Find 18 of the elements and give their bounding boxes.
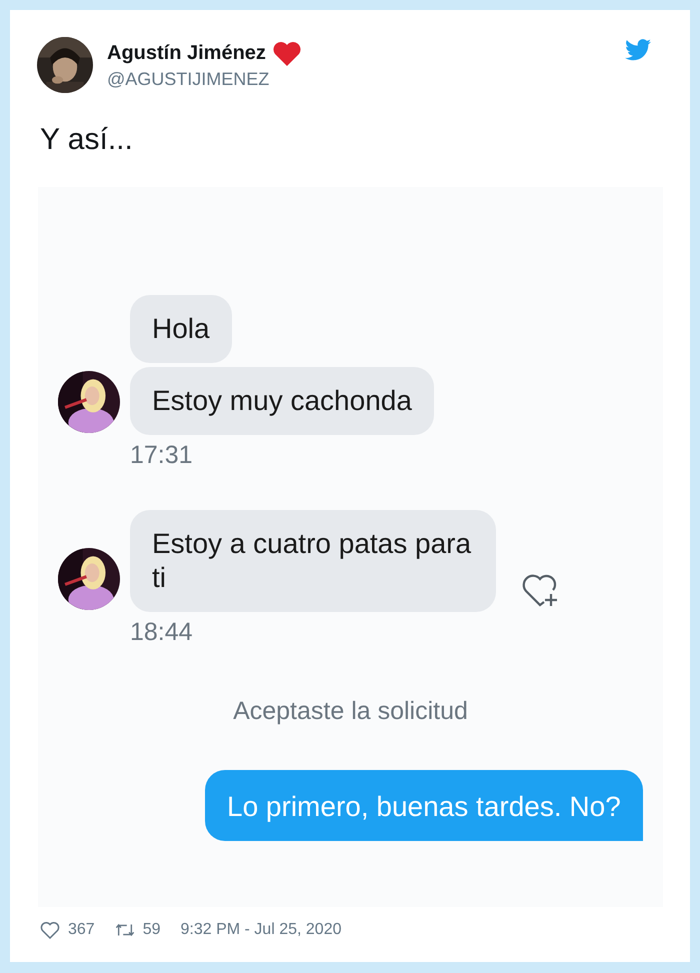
heart-plus-icon[interactable] xyxy=(520,572,560,608)
retweet-count: 59 xyxy=(142,921,160,939)
like-count: 367 xyxy=(68,921,95,939)
message-time: 17:31 xyxy=(130,441,194,470)
message-bubble: Lo primero, buenas tardes. No? xyxy=(205,770,643,841)
timestamp: 9:32 PM - Jul 25, 2020 xyxy=(180,921,342,939)
message-bubble: Estoy muy cachonda xyxy=(130,367,434,435)
message-bubble: Hola xyxy=(130,295,232,363)
tweet-text: Y así... xyxy=(40,123,134,157)
author-name: Agustín Jiménez xyxy=(107,42,266,65)
message-bubble: Estoy a cuatro patas para ti xyxy=(130,510,496,612)
heart-icon xyxy=(272,40,302,66)
retweet-icon[interactable] xyxy=(114,921,135,939)
heart-icon[interactable] xyxy=(40,921,60,939)
author-handle: @AGUSTIJIMENEZ xyxy=(107,68,270,90)
system-notice: Aceptaste la solicitud xyxy=(233,697,468,725)
bird-icon[interactable] xyxy=(625,39,651,61)
message-time: 18:44 xyxy=(130,618,194,647)
